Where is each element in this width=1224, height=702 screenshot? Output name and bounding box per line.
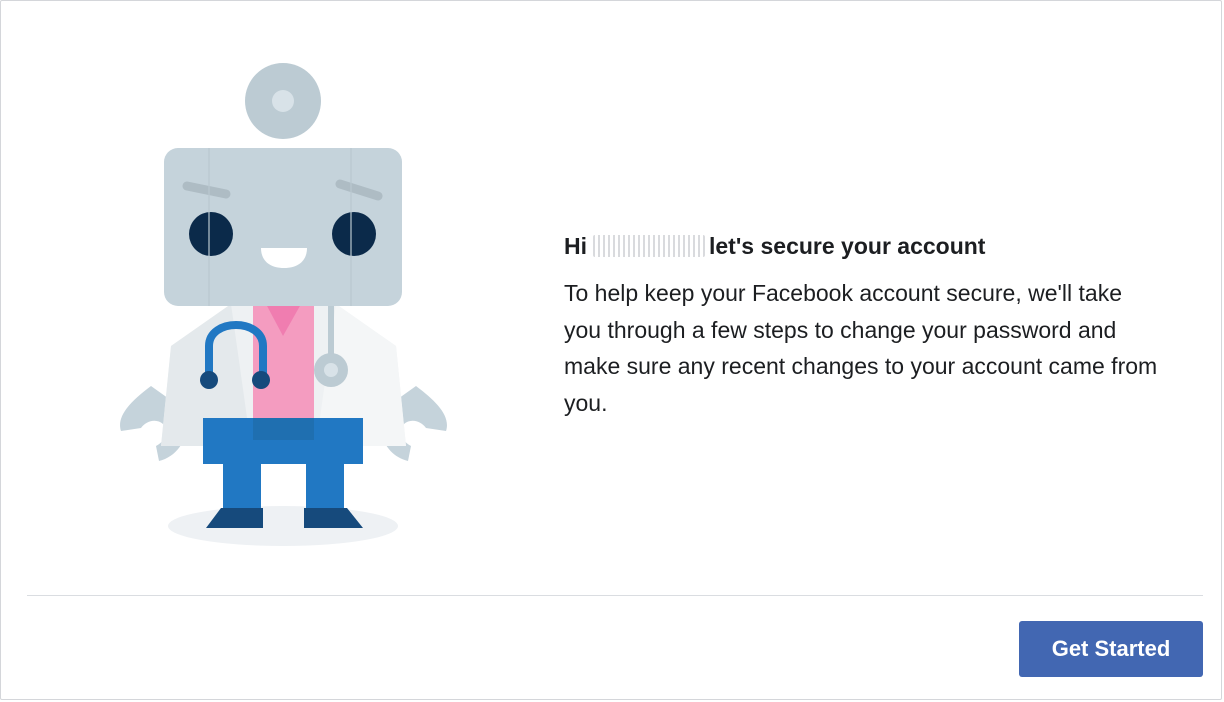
doctor-robot-icon: [120, 63, 447, 546]
dialog-heading: Hi let's secure your account: [564, 229, 1164, 263]
message-block: Hi let's secure your account To help keep…: [564, 229, 1164, 421]
greeting-suffix: let's secure your account: [709, 233, 986, 259]
get-started-button[interactable]: Get Started: [1019, 621, 1203, 677]
redacted-username: [593, 235, 705, 257]
secure-account-dialog: Hi let's secure your account To help keep…: [0, 0, 1222, 700]
dialog-body-text: To help keep your Facebook account secur…: [564, 280, 1158, 416]
greeting-prefix: Hi: [564, 233, 587, 259]
footer-divider: [27, 595, 1203, 596]
